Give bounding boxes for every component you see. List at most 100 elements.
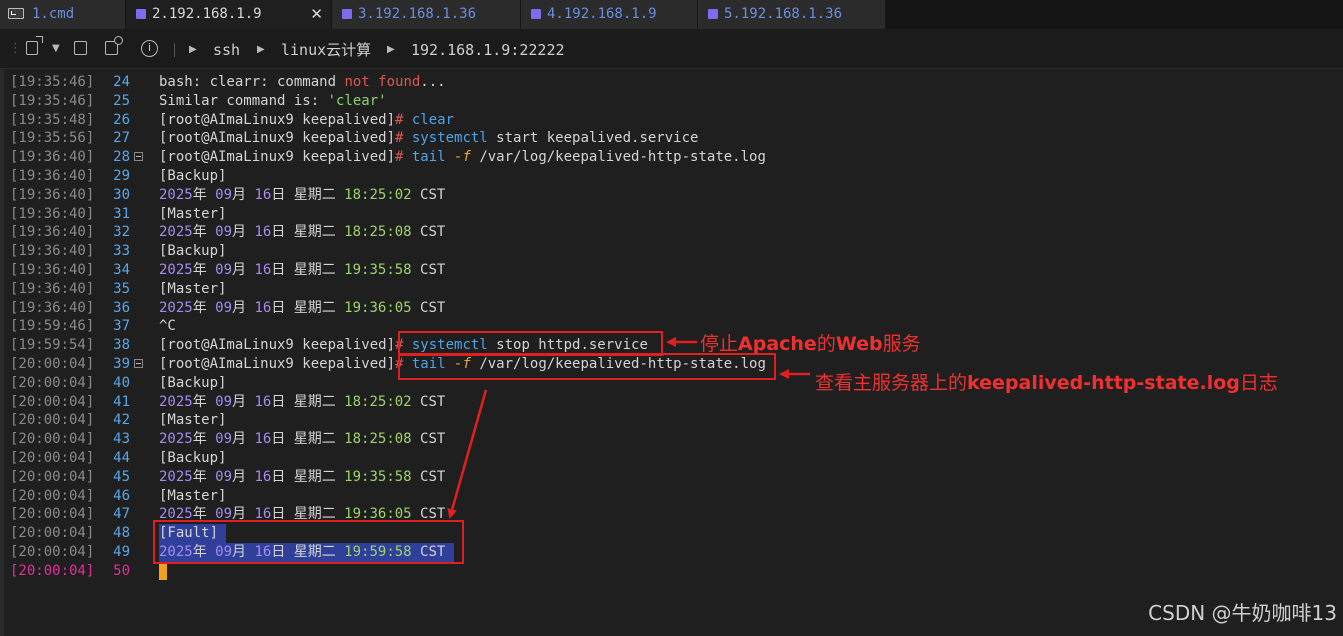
terminal-line: [19:36:40] 35 [Master] xyxy=(0,280,1343,299)
terminal-line: [20:00:04] 44 [Backup] xyxy=(0,449,1343,468)
tab-5[interactable]: 5.192.168.1.36 xyxy=(698,0,886,29)
line-timestamp: [20:00:04] xyxy=(10,543,95,560)
tab-3[interactable]: 3.192.168.1.36 xyxy=(332,0,521,29)
fold-toggle-icon[interactable] xyxy=(134,358,143,368)
terminal-line: [19:35:46] 25 Similar command is: 'clear' xyxy=(0,92,1343,111)
session-settings-icon[interactable] xyxy=(105,36,123,55)
terminal-line: [19:36:40] 32 2025年 09月 16日 星期二 18:25:08 C… xyxy=(0,223,1343,242)
terminal-line: [20:00:04] 41 2025年 09月 16日 星期二 18:25:02 C… xyxy=(0,393,1343,412)
terminal-line: [19:35:56] 27 [root@AImaLinux9 keepalived]… xyxy=(0,129,1343,148)
tab-4[interactable]: 4.192.168.1.9 xyxy=(521,0,698,29)
terminal-line: [19:36:40] 31 [Master] xyxy=(0,205,1343,224)
line-timestamp: [20:00:04] xyxy=(10,374,95,391)
line-number: 24 xyxy=(113,74,130,90)
highlight-box-tail-command xyxy=(398,353,776,380)
line-content: [Master] xyxy=(159,280,227,297)
line-timestamp: [20:00:04] xyxy=(10,412,95,429)
line-timestamp: [19:59:46] xyxy=(10,318,95,335)
terminal-line: [19:35:46] 24 bash: clearr: command not fo… xyxy=(0,73,1343,92)
line-timestamp: [19:36:40] xyxy=(10,167,95,184)
session-icon xyxy=(342,9,352,19)
split-pane-icon[interactable] xyxy=(74,41,87,55)
new-tab-icon[interactable] xyxy=(26,36,43,55)
line-content: [root@AImaLinux9 keepalived]# clear xyxy=(159,111,455,128)
line-number: 36 xyxy=(113,299,130,316)
line-number: 45 xyxy=(113,468,130,485)
line-number: 32 xyxy=(113,224,130,241)
line-timestamp: [19:35:46] xyxy=(10,92,95,109)
session-icon xyxy=(531,9,541,19)
line-timestamp: [19:35:48] xyxy=(10,111,95,128)
line-number: 48 xyxy=(113,525,130,542)
terminal-line: [19:36:40] 33 [Backup] xyxy=(0,242,1343,261)
line-content: bash: clearr: command not found... xyxy=(159,74,446,90)
chevron-right-icon: ▶ xyxy=(257,44,265,55)
line-timestamp: [19:36:40] xyxy=(10,243,95,260)
info-icon[interactable]: i xyxy=(141,40,158,57)
line-timestamp: [19:36:40] xyxy=(10,149,95,166)
highlight-box-fault xyxy=(153,520,464,564)
line-timestamp: [19:36:40] xyxy=(10,186,95,203)
chevron-down-icon[interactable]: ▼ xyxy=(52,29,60,69)
tab-1-cmd[interactable]: 1.cmd xyxy=(0,0,126,29)
line-number: 39 xyxy=(113,355,130,372)
terminal-line: [20:00:04] 43 2025年 09月 16日 星期二 18:25:08 C… xyxy=(0,430,1343,449)
close-icon[interactable]: ✕ xyxy=(310,0,323,29)
line-content: [Backup] xyxy=(159,374,227,391)
watermark: CSDN @牛奶咖啡13 xyxy=(1148,601,1337,625)
line-number: 37 xyxy=(113,318,130,335)
line-number: 43 xyxy=(113,431,130,448)
line-number: 30 xyxy=(113,186,130,203)
terminal-lines: [19:35:46] 24 bash: clearr: command not fo… xyxy=(0,73,1343,581)
chevron-right-icon: ▶ xyxy=(189,44,197,55)
line-number: 28 xyxy=(113,149,130,166)
line-number: 33 xyxy=(113,243,130,260)
line-number: 50 xyxy=(113,562,130,579)
terminal-line: [20:00:04] 50 xyxy=(0,562,1343,581)
terminal-line: [20:00:04] 42 [Master] xyxy=(0,411,1343,430)
terminal-line: [19:36:40] 30 2025年 09月 16日 星期二 18:25:02 C… xyxy=(0,186,1343,205)
terminal-line: [19:36:40] 36 2025年 09月 16日 星期二 19:36:05 C… xyxy=(0,299,1343,318)
annotation-stop-apache: 停止Apache的Web服务 xyxy=(700,333,921,355)
line-timestamp: [20:00:04] xyxy=(10,355,95,372)
line-number: 26 xyxy=(113,111,130,128)
fold-toggle-icon[interactable] xyxy=(134,152,143,162)
line-timestamp: [20:00:04] xyxy=(10,449,95,466)
line-number: 34 xyxy=(113,261,130,278)
line-timestamp: [20:00:04] xyxy=(10,562,95,579)
terminal-cursor xyxy=(159,562,167,580)
tab-2-active[interactable]: 2.192.168.1.9 ✕ xyxy=(126,0,332,29)
line-number: 49 xyxy=(113,543,130,560)
tab-label: 2.192.168.1.9 xyxy=(152,6,262,22)
terminal-line: [19:35:48] 26 [root@AImaLinux9 keepalived]… xyxy=(0,111,1343,130)
line-timestamp: [19:36:40] xyxy=(10,299,95,316)
line-content: [Master] xyxy=(159,487,227,504)
line-timestamp: [20:00:04] xyxy=(10,506,95,523)
line-content: 2025年 09月 16日 星期二 18:25:08 CST xyxy=(159,224,446,241)
line-content: 2025年 09月 16日 星期二 18:25:08 CST xyxy=(159,431,446,448)
line-content: 2025年 09月 16日 星期二 18:25:02 CST xyxy=(159,393,446,410)
breadcrumb-host[interactable]: 192.168.1.9:22222 xyxy=(411,29,565,71)
line-content: ^C xyxy=(159,318,176,335)
terminal-line: [20:00:04] 45 2025年 09月 16日 星期二 19:35:58 C… xyxy=(0,468,1343,487)
breadcrumb-ssh[interactable]: ssh xyxy=(213,29,240,71)
line-timestamp: [20:00:04] xyxy=(10,468,95,485)
annotation-view-log: 查看主服务器上的keepalived-http-state.log日志 xyxy=(815,372,1278,394)
breadcrumb-group[interactable]: linux云计算 xyxy=(281,29,371,71)
line-number: 31 xyxy=(113,205,130,222)
chevron-right-icon: ▶ xyxy=(387,44,395,55)
line-content: [Master] xyxy=(159,205,227,222)
tab-label: 4.192.168.1.9 xyxy=(547,6,657,22)
terminal-line: [20:00:04] 46 [Master] xyxy=(0,487,1343,506)
tab-label: 1.cmd xyxy=(32,6,75,22)
line-content: [Backup] xyxy=(159,243,227,260)
terminal-line: [19:36:40] 29 [Backup] xyxy=(0,167,1343,186)
line-content: [Backup] xyxy=(159,167,227,184)
line-number: 40 xyxy=(113,374,130,391)
line-timestamp: [20:00:04] xyxy=(10,525,95,542)
tab-bar: 1.cmd 2.192.168.1.9 ✕ 3.192.168.1.36 4.1… xyxy=(0,0,1343,29)
terminal-line: [19:59:46] 37 ^C xyxy=(0,317,1343,336)
tab-label: 5.192.168.1.36 xyxy=(724,6,843,22)
line-number: 35 xyxy=(113,280,130,297)
session-icon xyxy=(708,9,718,19)
